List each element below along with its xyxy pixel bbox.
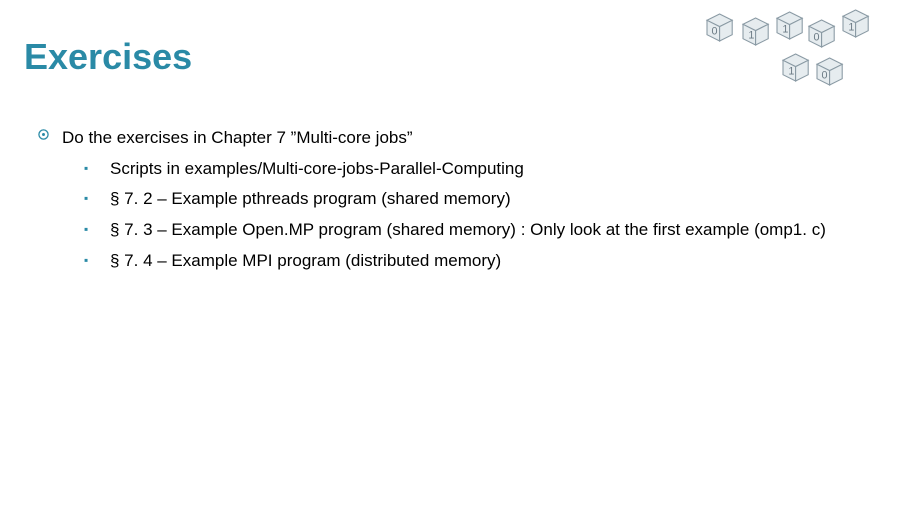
list-item: ▪ § 7. 3 – Example Open.MP program (shar…: [84, 218, 883, 243]
svg-text:0: 0: [712, 26, 718, 38]
square-bullet-icon: ▪: [84, 249, 110, 272]
list-item-text: Scripts in examples/Multi-core-jobs-Para…: [110, 157, 524, 182]
square-bullet-icon: ▪: [84, 157, 110, 180]
list-item: ▪ § 7. 2 – Example pthreads program (sha…: [84, 187, 883, 212]
square-bullet-icon: ▪: [84, 218, 110, 241]
list-item-text: § 7. 4 – Example MPI program (distribute…: [110, 249, 501, 274]
list-item: Do the exercises in Chapter 7 ”Multi-cor…: [38, 126, 883, 151]
sub-list: ▪ Scripts in examples/Multi-core-jobs-Pa…: [38, 157, 883, 274]
svg-text:1: 1: [748, 30, 754, 42]
svg-text:0: 0: [822, 70, 828, 82]
svg-text:1: 1: [848, 22, 854, 34]
content-body: Do the exercises in Chapter 7 ”Multi-cor…: [24, 126, 883, 273]
list-item-text: § 7. 2 – Example pthreads program (share…: [110, 187, 511, 212]
list-item: ▪ Scripts in examples/Multi-core-jobs-Pa…: [84, 157, 883, 182]
square-bullet-icon: ▪: [84, 187, 110, 210]
list-item-text: § 7. 3 – Example Open.MP program (shared…: [110, 218, 826, 243]
svg-text:1: 1: [788, 66, 794, 78]
list-item: ▪ § 7. 4 – Example MPI program (distribu…: [84, 249, 883, 274]
circle-dot-icon: [38, 126, 62, 140]
svg-text:0: 0: [814, 32, 820, 44]
svg-text:1: 1: [782, 24, 788, 36]
list-item-text: Do the exercises in Chapter 7 ”Multi-cor…: [62, 126, 413, 151]
binary-cubes-decoration: 0 1 1 0 1: [697, 8, 887, 98]
